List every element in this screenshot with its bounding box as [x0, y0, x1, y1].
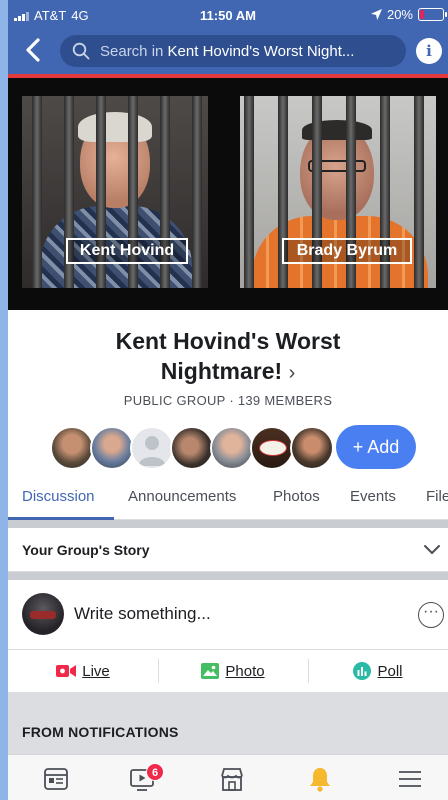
group-tabs: Discussion Announcements Photos Events F…: [8, 480, 448, 520]
avatar[interactable]: [50, 426, 94, 470]
top-bar: AT&T 4G 11:50 AM 20% Search in Kent Hovi…: [8, 0, 448, 78]
live-label: Live: [82, 662, 110, 680]
live-video-icon: [56, 665, 77, 677]
search-group-name: Kent Hovind's Worst Night...: [167, 42, 355, 60]
avatar[interactable]: [250, 426, 294, 470]
poll-label: Poll: [377, 662, 403, 680]
photo-button[interactable]: Photo: [158, 651, 308, 691]
group-info-button[interactable]: i: [416, 38, 442, 64]
member-avatars[interactable]: [50, 426, 340, 470]
search-prefix: Search in: [100, 42, 168, 60]
group-story-row[interactable]: Your Group's Story: [8, 528, 448, 572]
post-composer[interactable]: Write something... ···: [8, 580, 448, 650]
notifications-section: FROM NOTIFICATIONS: [8, 692, 448, 754]
back-button[interactable]: [24, 36, 44, 64]
composer-actions: Live Photo Poll: [8, 651, 448, 691]
avatar[interactable]: [210, 426, 254, 470]
group-cover-photo[interactable]: Kent Hovind Brady Byrum: [8, 78, 448, 310]
avatar[interactable]: [290, 426, 334, 470]
notifications-heading: FROM NOTIFICATIONS: [22, 724, 179, 740]
group-title-line1: Kent Hovind's Worst: [115, 328, 341, 354]
search-icon: [72, 42, 90, 60]
tab-files[interactable]: Files: [426, 488, 448, 505]
poll-icon: [353, 662, 372, 680]
screen: AT&T 4G 11:50 AM 20% Search in Kent Hovi…: [8, 0, 448, 800]
cover-left-cell: Kent Hovind: [22, 96, 208, 288]
tab-discussion[interactable]: Discussion: [22, 488, 95, 505]
battery-percent: 20%: [386, 7, 413, 22]
news-feed-icon[interactable]: [42, 765, 70, 793]
search-placeholder: Search in Kent Hovind's Worst Night...: [100, 43, 354, 60]
bottom-tab-bar: 6: [8, 754, 448, 800]
group-story-label: Your Group's Story: [22, 542, 150, 558]
avatar[interactable]: [90, 426, 134, 470]
status-right: 20%: [370, 7, 447, 22]
section-divider: [8, 572, 448, 580]
more-options-icon[interactable]: ···: [418, 602, 444, 628]
menu-icon[interactable]: [396, 765, 424, 793]
tab-announcements[interactable]: Announcements: [128, 488, 236, 505]
section-divider: [8, 520, 448, 528]
photo-icon: [201, 663, 220, 679]
user-avatar: [22, 593, 64, 635]
chevron-left-icon: [26, 38, 40, 62]
avatar[interactable]: [170, 426, 214, 470]
add-member-button[interactable]: + Add: [336, 425, 416, 469]
marketplace-icon[interactable]: [218, 765, 246, 793]
group-privacy-members[interactable]: PUBLIC GROUP · 139 MEMBERS: [8, 393, 448, 408]
live-button[interactable]: Live: [8, 651, 158, 691]
cover-right-cell: Brady Byrum: [240, 96, 436, 288]
tab-photos[interactable]: Photos: [273, 488, 320, 505]
group-title[interactable]: Kent Hovind's Worst Nightmare! ›: [8, 326, 448, 388]
location-arrow-icon: [370, 9, 382, 20]
chevron-down-icon[interactable]: [422, 540, 442, 560]
tab-events[interactable]: Events: [350, 488, 396, 505]
video-notification-badge: 6: [146, 763, 164, 781]
chevron-right-icon: ›: [288, 362, 296, 384]
right-name-label: Brady Byrum: [282, 238, 412, 264]
default-avatar-icon: [138, 436, 166, 466]
status-bar: AT&T 4G 11:50 AM 20%: [8, 0, 448, 30]
poll-button[interactable]: Poll: [308, 651, 448, 691]
battery-icon: [418, 8, 447, 21]
photo-label: Photo: [225, 662, 265, 680]
left-name-label: Kent Hovind: [66, 238, 188, 264]
group-title-line2: Nightmare!: [160, 358, 283, 384]
composer-placeholder[interactable]: Write something...: [74, 604, 211, 624]
notifications-bell-icon[interactable]: [306, 765, 334, 793]
avatar[interactable]: [130, 426, 174, 470]
search-input[interactable]: Search in Kent Hovind's Worst Night...: [60, 35, 406, 67]
